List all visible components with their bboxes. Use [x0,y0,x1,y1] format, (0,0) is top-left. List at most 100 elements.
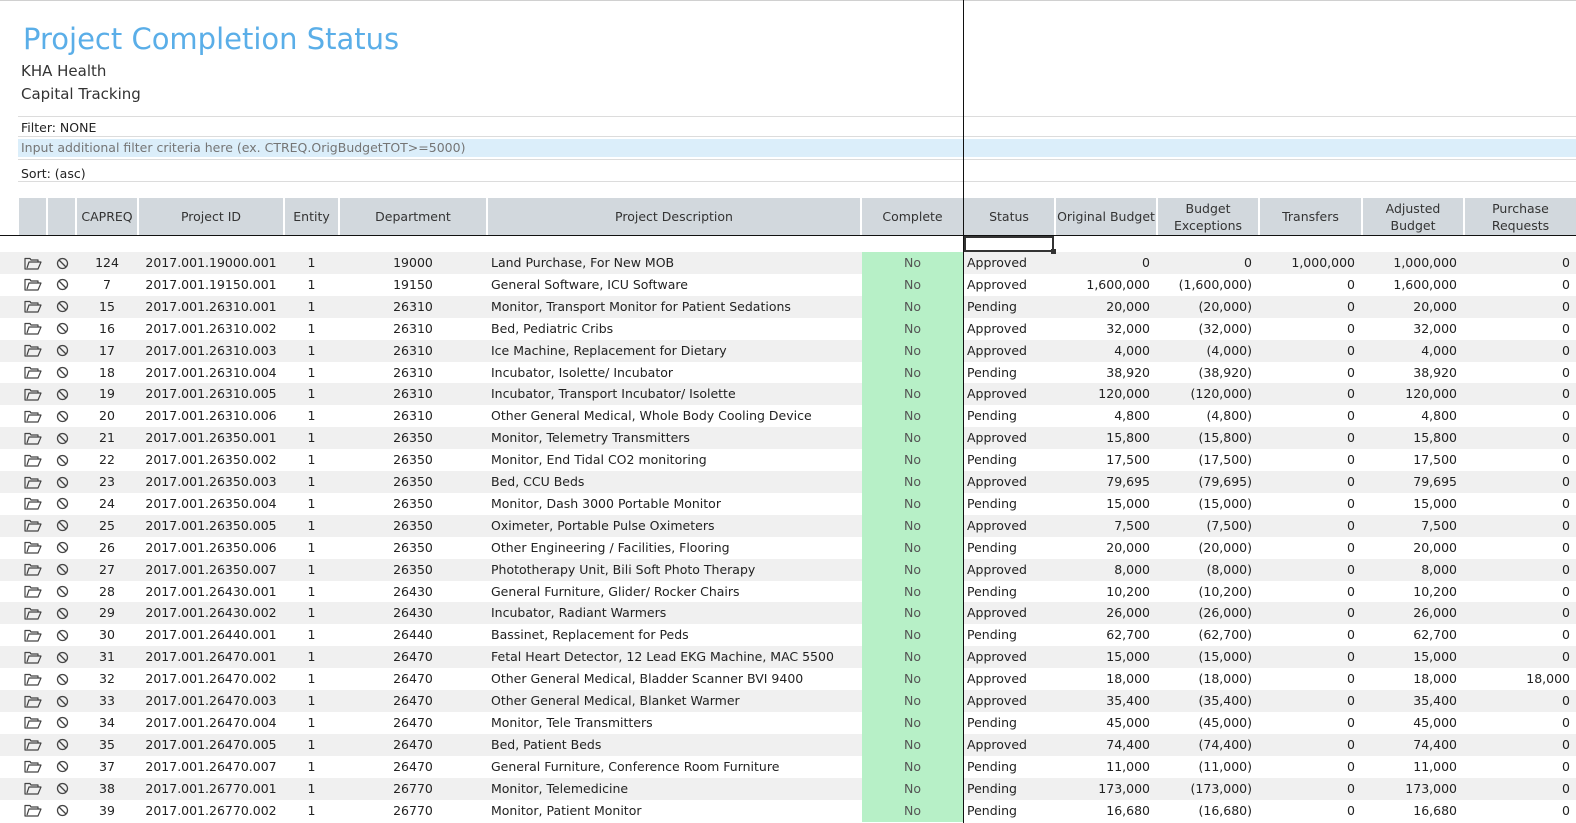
cell-project-description[interactable]: Bassinet, Replacement for Peds [488,624,860,646]
cell-department[interactable]: 26350 [340,427,486,449]
table-row[interactable]: 27 2017.001.26350.007 1 26350 Phototherapy U… [0,558,1576,581]
folder-open-icon[interactable] [22,646,44,668]
cell-project-description[interactable]: Other General Medical, Bladder Scanner B… [488,668,860,690]
cell-project-id[interactable]: 2017.001.26430.002 [139,602,283,624]
cell-project-description[interactable]: Monitor, Transport Monitor for Patient S… [488,296,860,318]
cell-capreq[interactable]: 124 [77,252,137,274]
folder-open-icon[interactable] [22,471,44,493]
cell-status[interactable]: Approved [964,515,1054,537]
table-row[interactable]: 20 2017.001.26310.006 1 26310 Other General … [0,405,1576,428]
cell-original-budget[interactable]: 1,600,000 [1056,274,1156,296]
cell-status[interactable]: Pending [964,581,1054,603]
cell-entity[interactable]: 1 [285,800,338,822]
cell-budget-exceptions[interactable]: (62,700) [1158,624,1258,646]
cell-project-id[interactable]: 2017.001.19000.001 [139,252,283,274]
cell-complete[interactable]: No [862,449,963,472]
cell-transfers[interactable]: 0 [1260,712,1361,734]
cell-department[interactable]: 26350 [340,537,486,559]
cell-budget-exceptions[interactable]: (173,000) [1158,778,1258,800]
table-row[interactable]: 30 2017.001.26440.001 1 26440 Bassinet, Repl… [0,624,1576,647]
prohibited-icon[interactable] [51,734,73,756]
cell-purchase-requests[interactable]: 0 [1465,296,1576,318]
table-row[interactable]: 16 2017.001.26310.002 1 26310 Bed, Pediatric… [0,317,1576,340]
cell-department[interactable]: 26470 [340,646,486,668]
cell-status[interactable]: Pending [964,756,1054,778]
cell-transfers[interactable]: 0 [1260,274,1361,296]
cell-adjusted-budget[interactable]: 7,500 [1363,515,1463,537]
cell-adjusted-budget[interactable]: 4,000 [1363,340,1463,362]
cell-capreq[interactable]: 31 [77,646,137,668]
cell-project-description[interactable]: Incubator, Radiant Warmers [488,602,860,624]
cell-status[interactable]: Approved [964,734,1054,756]
cell-entity[interactable]: 1 [285,734,338,756]
prohibited-icon[interactable] [51,624,73,646]
cell-status[interactable]: Pending [964,449,1054,471]
prohibited-icon[interactable] [51,318,73,340]
cell-purchase-requests[interactable]: 0 [1465,362,1576,384]
cell-project-description[interactable]: Bed, CCU Beds [488,471,860,493]
cell-project-description[interactable]: General Furniture, Glider/ Rocker Chairs [488,581,860,603]
table-row[interactable]: 15 2017.001.26310.001 1 26310 Monitor, Trans… [0,295,1576,318]
cell-budget-exceptions[interactable]: (11,000) [1158,756,1258,778]
cell-complete[interactable]: No [862,777,963,800]
cell-budget-exceptions[interactable]: (17,500) [1158,449,1258,471]
prohibited-icon[interactable] [51,756,73,778]
header-transfers[interactable]: Transfers [1260,198,1361,235]
prohibited-icon[interactable] [51,581,73,603]
prohibited-icon[interactable] [51,383,73,405]
cell-complete[interactable]: No [862,580,963,603]
cell-adjusted-budget[interactable]: 4,800 [1363,405,1463,427]
prohibited-icon[interactable] [51,296,73,318]
cell-original-budget[interactable]: 18,000 [1056,668,1156,690]
cell-department[interactable]: 26310 [340,296,486,318]
cell-adjusted-budget[interactable]: 1,600,000 [1363,274,1463,296]
cell-entity[interactable]: 1 [285,559,338,581]
prohibited-icon[interactable] [51,427,73,449]
cell-project-id[interactable]: 2017.001.26350.006 [139,537,283,559]
cell-purchase-requests[interactable]: 0 [1465,471,1576,493]
cell-original-budget[interactable]: 10,200 [1056,581,1156,603]
prohibited-icon[interactable] [51,252,73,274]
cell-original-budget[interactable]: 173,000 [1056,778,1156,800]
cell-capreq[interactable]: 20 [77,405,137,427]
cell-department[interactable]: 26310 [340,362,486,384]
cell-original-budget[interactable]: 62,700 [1056,624,1156,646]
cell-purchase-requests[interactable]: 0 [1465,405,1576,427]
table-row[interactable]: 23 2017.001.26350.003 1 26350 Bed, CCU Beds N… [0,471,1576,493]
cell-capreq[interactable]: 38 [77,778,137,800]
cell-capreq[interactable]: 28 [77,581,137,603]
cell-original-budget[interactable]: 38,920 [1056,362,1156,384]
cell-purchase-requests[interactable]: 0 [1465,756,1576,778]
cell-budget-exceptions[interactable]: (38,920) [1158,362,1258,384]
cell-purchase-requests[interactable]: 18,000 [1465,668,1576,690]
cell-complete[interactable]: No [862,755,963,778]
cell-status[interactable]: Pending [964,296,1054,318]
cell-entity[interactable]: 1 [285,427,338,449]
cell-status[interactable]: Pending [964,778,1054,800]
cell-status[interactable]: Approved [964,471,1054,493]
cell-entity[interactable]: 1 [285,274,338,296]
cell-adjusted-budget[interactable]: 11,000 [1363,756,1463,778]
cell-capreq[interactable]: 37 [77,756,137,778]
cell-original-budget[interactable]: 15,800 [1056,427,1156,449]
cell-entity[interactable]: 1 [285,252,338,274]
cell-capreq[interactable]: 21 [77,427,137,449]
cell-complete[interactable]: No [862,799,963,822]
cell-project-description[interactable]: Monitor, Tele Transmitters [488,712,860,734]
cell-budget-exceptions[interactable]: (7,500) [1158,515,1258,537]
cell-project-id[interactable]: 2017.001.26470.002 [139,668,283,690]
folder-open-icon[interactable] [22,296,44,318]
header-department[interactable]: Department [340,198,486,235]
cell-status[interactable]: Pending [964,800,1054,822]
folder-open-icon[interactable] [22,778,44,800]
cell-budget-exceptions[interactable]: (35,400) [1158,690,1258,712]
table-row[interactable]: 22 2017.001.26350.002 1 26350 Monitor, End T… [0,449,1576,472]
cell-original-budget[interactable]: 15,000 [1056,493,1156,515]
table-row[interactable]: 19 2017.001.26310.005 1 26310 Incubator, Tra… [0,383,1576,406]
cell-budget-exceptions[interactable]: (45,000) [1158,712,1258,734]
cell-purchase-requests[interactable]: 0 [1465,778,1576,800]
prohibited-icon[interactable] [51,537,73,559]
header-status[interactable]: Status [964,198,1054,235]
cell-transfers[interactable]: 0 [1260,734,1361,756]
table-row[interactable]: 37 2017.001.26470.007 1 26470 General Furnit… [0,755,1576,778]
